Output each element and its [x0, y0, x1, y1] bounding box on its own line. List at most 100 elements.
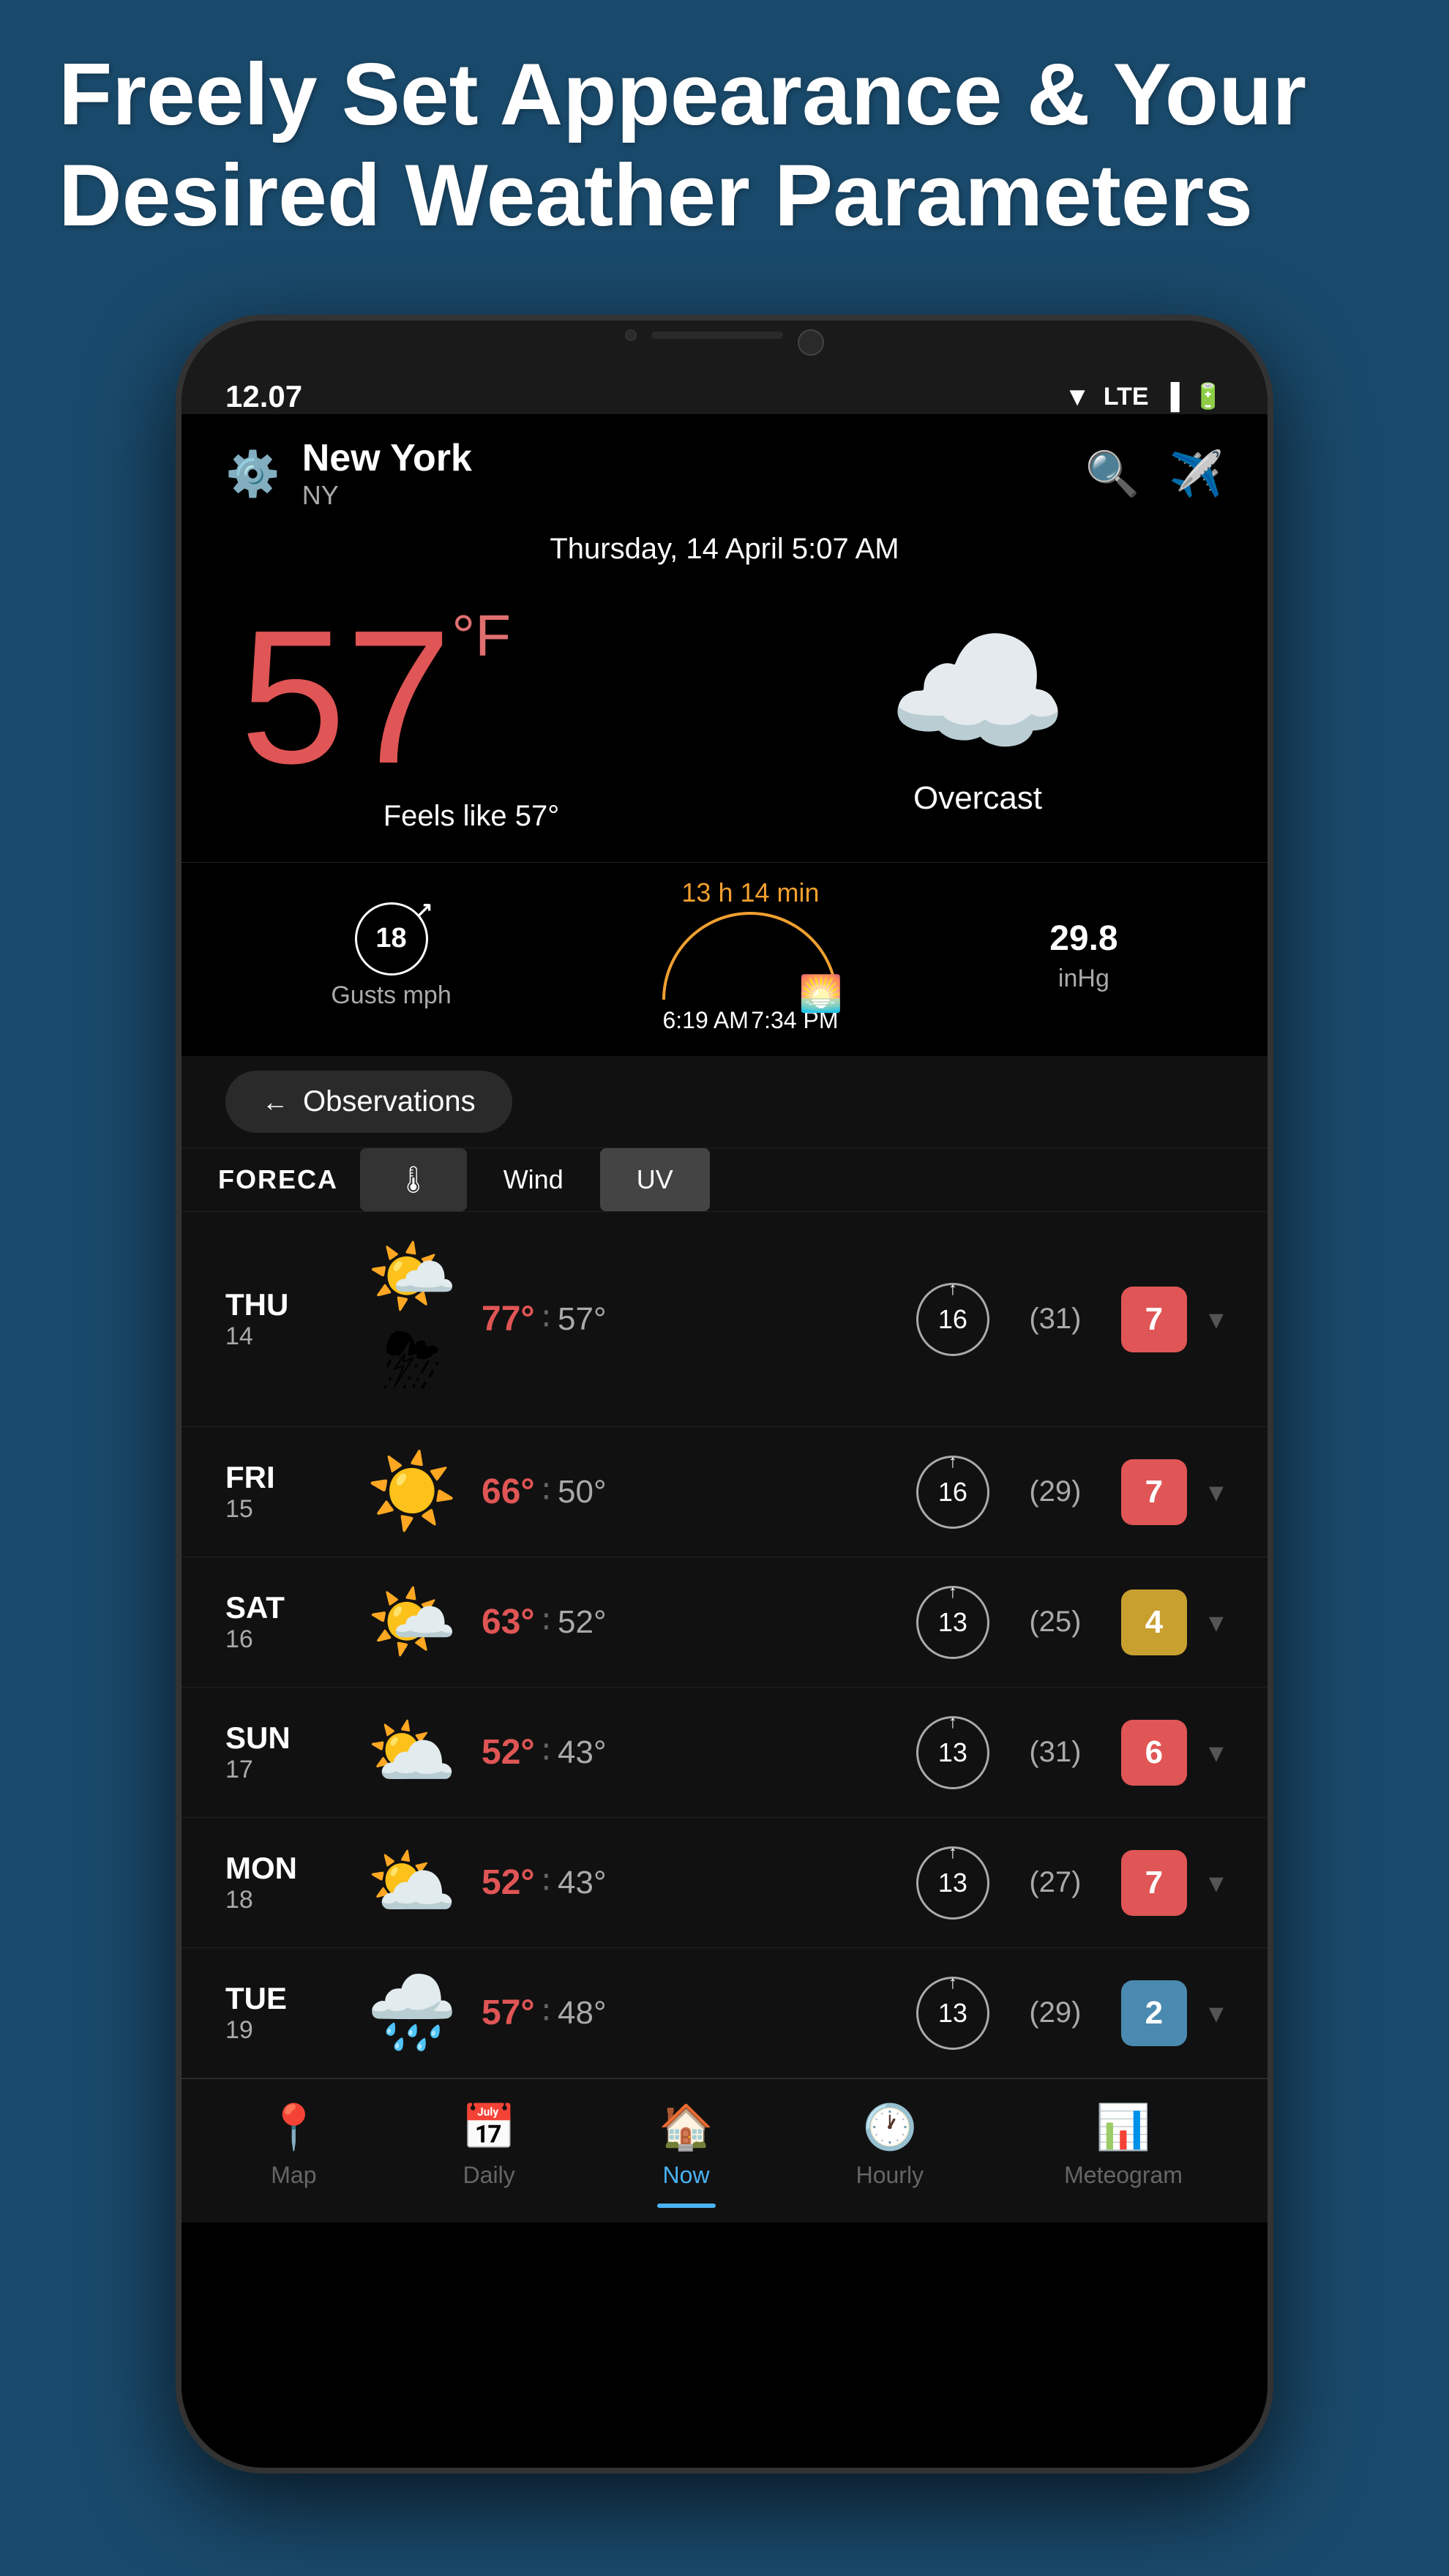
page-header: Freely Set Appearance & Your Desired Wea…: [59, 44, 1390, 246]
temp-section: 57 °F Feels like 57°: [240, 602, 703, 833]
pressure-detail: 29.8 inHg: [1049, 918, 1117, 993]
wind-label: Wind: [503, 1164, 564, 1195]
forecast-weather-icon: ⛅: [364, 1710, 460, 1795]
forecast-row[interactable]: MON 18 ⛅ 52° ∶ 43° ↑ 13 (27) 7 ▾: [181, 1818, 1268, 1948]
wind-indicator: ↑ 13: [916, 1977, 989, 2050]
wind-direction-icon: ↑: [948, 1452, 957, 1472]
temp-separator: ∶: [542, 1994, 550, 2032]
nav-item-now[interactable]: 🏠 Now: [657, 2101, 716, 2208]
forecast-high: 63°: [482, 1602, 535, 1642]
header-line1: Freely Set Appearance & Your: [59, 44, 1390, 145]
forecast-row[interactable]: TUE 19 🌧️ 57° ∶ 48° ↑ 13 (29) 2 ▾: [181, 1948, 1268, 2078]
tab-wind[interactable]: Wind: [467, 1148, 600, 1211]
forecast-low: 57°: [558, 1301, 607, 1338]
forecast-temps: 57° ∶ 48°: [482, 1993, 894, 2033]
nav-item-meteogram[interactable]: 📊 Meteogram: [1064, 2101, 1183, 2208]
day-name: SUN: [225, 1721, 342, 1756]
temp-separator: ∶: [542, 1300, 550, 1338]
camera-speaker: [625, 329, 637, 341]
nav-icon-hourly: 🕐: [862, 2101, 917, 2153]
nav-label: Now: [663, 2162, 710, 2189]
gusts-detail: 18 ↗ Gusts mph: [331, 902, 451, 1010]
forecast-high: 52°: [482, 1862, 535, 1903]
forecast-weather-icon: 🌧️: [364, 1970, 460, 2056]
day-info: MON 18: [225, 1851, 342, 1914]
sun-icon: 🌅: [799, 973, 843, 1014]
forecast-temps: 52° ∶ 43°: [482, 1862, 894, 1903]
observations-button[interactable]: ← Observations: [225, 1071, 512, 1133]
nav-icon-meteogram: 📊: [1096, 2101, 1151, 2153]
uv-badge: 7: [1121, 1459, 1187, 1525]
forecast-temps: 66° ∶ 50°: [482, 1472, 894, 1512]
sun-duration: 13 h 14 min: [681, 877, 819, 908]
wind-indicator: ↑ 16: [916, 1456, 989, 1529]
wind-speed: 13: [938, 1998, 967, 2029]
temp-separator: ∶: [542, 1603, 550, 1641]
search-icon[interactable]: 🔍: [1085, 448, 1140, 500]
day-number: 15: [225, 1495, 342, 1524]
forecast-weather-icon: ⛅: [364, 1840, 460, 1925]
wind-direction-icon: ↑: [948, 1973, 957, 1993]
pressure-value: 29.8: [1049, 918, 1117, 959]
wind-direction-icon: ↑: [948, 1843, 957, 1863]
feels-like: Feels like 57°: [240, 800, 703, 833]
header-line2: Desired Weather Parameters: [59, 145, 1390, 246]
status-bar: 12.07 ▼ LTE ▐ 🔋: [181, 364, 1268, 414]
forecast-low: 43°: [558, 1734, 607, 1771]
wind-indicator: ↑ 13: [916, 1586, 989, 1659]
power-button[interactable]: [1268, 599, 1273, 730]
tab-temperature[interactable]: 🌡: [360, 1148, 467, 1211]
nav-label: Map: [271, 2162, 316, 2189]
nav-label: Hourly: [856, 2162, 924, 2189]
wind-indicator: ↑ 13: [916, 1846, 989, 1920]
status-time: 12.07: [225, 379, 302, 414]
uv-badge: 6: [1121, 1720, 1187, 1786]
nav-active-indicator: [657, 2204, 716, 2208]
weather-main: 57 °F Feels like 57° ☁️ Overcast: [181, 588, 1268, 847]
row-expand-icon: ▾: [1209, 1606, 1224, 1639]
sun-arc-detail: 13 h 14 min 🌅 6:19 AM 7:34 PM: [662, 877, 838, 1034]
forecast-row[interactable]: SAT 16 🌤️ 63° ∶ 52° ↑ 13 (25) 4 ▾: [181, 1557, 1268, 1688]
forecast-high: 66°: [482, 1472, 535, 1512]
settings-icon[interactable]: ⚙️: [225, 448, 280, 500]
forecast-high: 52°: [482, 1732, 535, 1772]
wind-extra: (25): [1011, 1606, 1099, 1639]
uv-badge: 4: [1121, 1590, 1187, 1655]
uv-badge: 7: [1121, 1850, 1187, 1916]
location-icon[interactable]: ✈️: [1169, 448, 1224, 500]
wifi-icon: ▼: [1064, 381, 1090, 412]
uv-badge: 2: [1121, 1980, 1187, 2046]
temp-unit: °F: [452, 602, 511, 670]
forecast-row[interactable]: THU 14 🌤️⛈ 77° ∶ 57° ↑ 16 (31) 7 ▾: [181, 1212, 1268, 1427]
forecast-row[interactable]: SUN 17 ⛅ 52° ∶ 43° ↑ 13 (31) 6 ▾: [181, 1688, 1268, 1818]
location-state: NY: [302, 480, 472, 511]
nav-label: Meteogram: [1064, 2162, 1183, 2189]
nav-item-hourly[interactable]: 🕐 Hourly: [856, 2101, 924, 2208]
wind-extra: (31): [1011, 1303, 1099, 1336]
forecast-weather-icon: ☀️: [364, 1449, 460, 1535]
wind-indicator: ↑ 13: [916, 1716, 989, 1789]
forecast-weather-icon: 🌤️⛈: [364, 1234, 460, 1404]
forecast-row[interactable]: FRI 15 ☀️ 66° ∶ 50° ↑ 16 (29) 7 ▾: [181, 1427, 1268, 1557]
volume-down-button[interactable]: [176, 679, 181, 782]
volume-up-button[interactable]: [176, 555, 181, 657]
uv-label: UV: [637, 1164, 673, 1195]
tab-uv[interactable]: UV: [600, 1148, 710, 1211]
day-number: 17: [225, 1756, 342, 1784]
observations-label: Observations: [303, 1085, 476, 1118]
forecast-temps: 52° ∶ 43°: [482, 1732, 894, 1772]
nav-item-daily[interactable]: 📅 Daily: [462, 2101, 517, 2208]
wind-speed: 13: [938, 1607, 967, 1638]
row-expand-icon: ▾: [1209, 1996, 1224, 2030]
nav-icon-daily: 📅: [462, 2101, 517, 2153]
location-city: New York: [302, 436, 472, 480]
gusts-value: 18: [375, 923, 406, 954]
wind-speed: 13: [938, 1737, 967, 1768]
day-number: 16: [225, 1625, 342, 1654]
temp-separator: ∶: [542, 1734, 550, 1771]
nav-item-map[interactable]: 📍 Map: [266, 2101, 321, 2208]
gusts-circle: 18 ↗: [355, 902, 428, 976]
wind-speed: 16: [938, 1477, 967, 1508]
forecast-high: 57°: [482, 1993, 535, 2033]
forecast-temps: 63° ∶ 52°: [482, 1602, 894, 1642]
